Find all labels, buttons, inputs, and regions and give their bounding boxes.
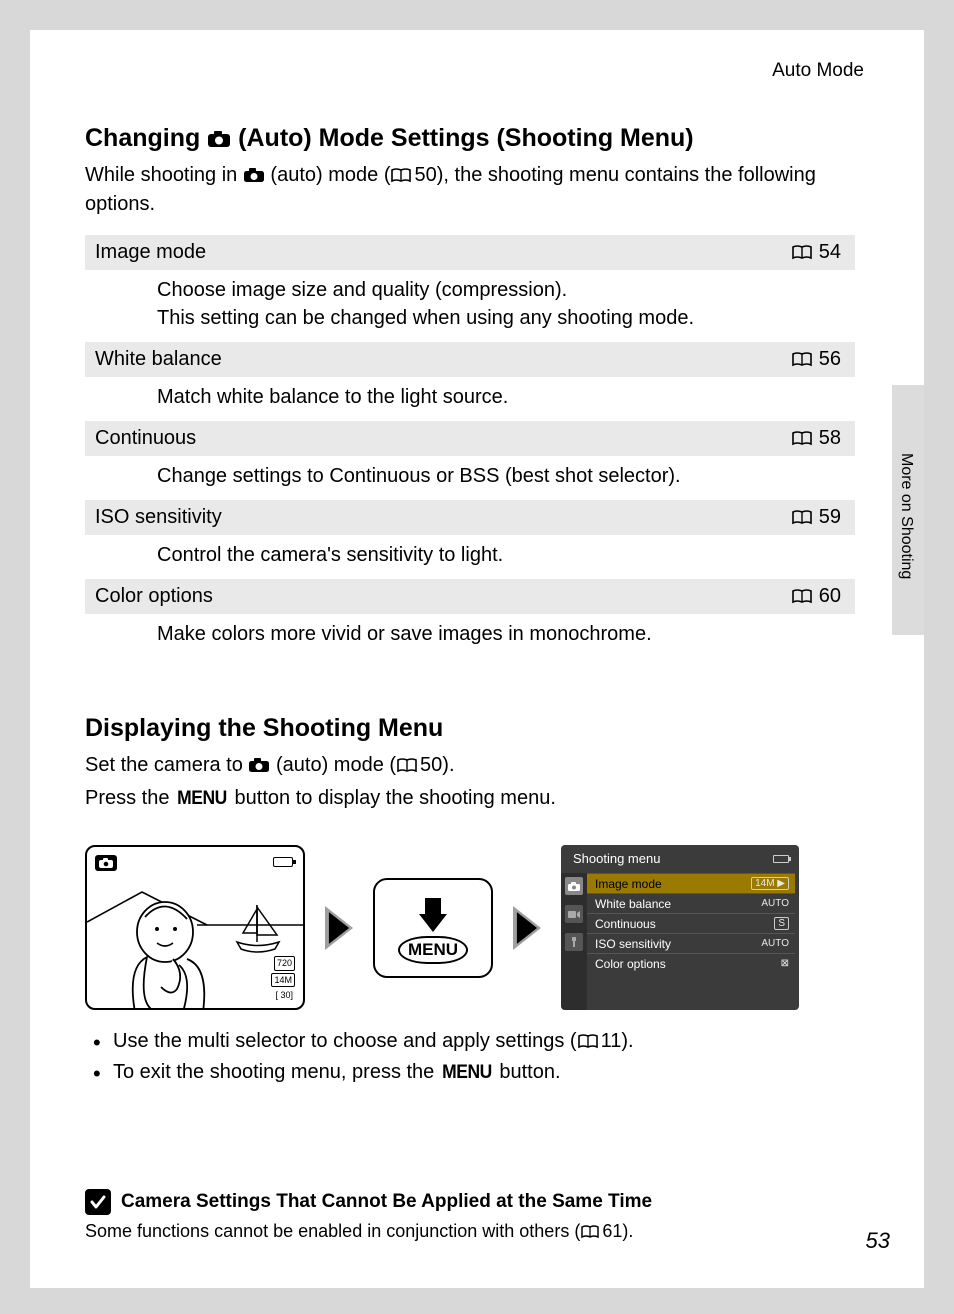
main-content: Changing (Auto) Mode Settings (Shooting … xyxy=(85,124,855,1088)
setting-name: Color options xyxy=(95,585,213,608)
book-icon xyxy=(396,758,418,773)
arrow-right-icon xyxy=(325,906,353,950)
setting-row-head: White balance 56 xyxy=(85,342,855,377)
sm-title: Shooting menu xyxy=(573,851,660,866)
lcd-illustration: 720 14M [ 30] xyxy=(85,845,305,1010)
battery-icon xyxy=(773,855,789,863)
book-icon xyxy=(791,245,813,260)
setting-name: White balance xyxy=(95,348,222,371)
setting-desc: Choose image size and quality (compressi… xyxy=(85,270,855,342)
sm-row: ContinuousS xyxy=(587,913,795,933)
lcd-info: 720 14M [ 30] xyxy=(271,954,295,1002)
arrow-right-icon xyxy=(513,906,541,950)
section-displaying: Displaying the Shooting Menu Set the cam… xyxy=(85,714,855,1088)
setting-name: Continuous xyxy=(95,427,196,450)
page-number: 53 xyxy=(866,1228,890,1254)
page-ref: 58 xyxy=(791,427,841,450)
bullet-list: Use the multi selector to choose and app… xyxy=(93,1026,855,1088)
sm-row: ISO sensitivityAUTO xyxy=(587,933,795,953)
book-icon xyxy=(791,431,813,446)
book-icon xyxy=(390,168,412,183)
setting-name: ISO sensitivity xyxy=(95,506,222,529)
page-ref: 60 xyxy=(791,585,841,608)
setting-row-head: Continuous 58 xyxy=(85,421,855,456)
sm-header: Shooting menu xyxy=(561,845,799,870)
camera-icon xyxy=(207,130,231,148)
side-tab-label: More on Shooting xyxy=(897,453,915,579)
heading-1: Changing (Auto) Mode Settings (Shooting … xyxy=(85,124,855,153)
book-icon xyxy=(580,1225,600,1239)
setting-row-head: Color options 60 xyxy=(85,579,855,614)
heading-2: Displaying the Shooting Menu xyxy=(85,714,855,743)
setting-row-head: ISO sensitivity 59 xyxy=(85,500,855,535)
book-icon xyxy=(791,589,813,604)
illustration-row: 720 14M [ 30] MENU Shooting menu xyxy=(85,845,855,1010)
sm-row: Image mode14M ▶ xyxy=(587,873,795,893)
setting-name: Image mode xyxy=(95,241,206,264)
sm-tabs xyxy=(561,873,587,1010)
setting-desc: Change settings to Continuous or BSS (be… xyxy=(85,456,855,500)
sm-row: Color options⊠ xyxy=(587,953,795,973)
bullet-item: Use the multi selector to choose and app… xyxy=(93,1026,855,1057)
s2-line1: Set the camera to (auto) mode (50). xyxy=(85,751,855,780)
setting-desc: Make colors more vivid or save images in… xyxy=(85,614,855,658)
shooting-menu-screenshot: Shooting menu Image mode14M ▶ White bala… xyxy=(561,845,799,1010)
note-title: Camera Settings That Cannot Be Applied a… xyxy=(121,1191,652,1213)
sm-tab-movie xyxy=(565,905,583,923)
menu-button-illustration: MENU xyxy=(373,878,493,978)
book-icon xyxy=(791,352,813,367)
setting-desc: Control the camera's sensitivity to ligh… xyxy=(85,535,855,579)
camera-icon xyxy=(243,167,265,183)
check-badge-icon xyxy=(85,1189,111,1215)
note-heading: Camera Settings That Cannot Be Applied a… xyxy=(85,1189,855,1215)
page-ref: 59 xyxy=(791,506,841,529)
note-body: Some functions cannot be enabled in conj… xyxy=(85,1221,855,1242)
h1-text-post: (Auto) Mode Settings (Shooting Menu) xyxy=(231,124,693,152)
running-head: Auto Mode xyxy=(772,60,864,82)
setting-row-head: Image mode 54 xyxy=(85,235,855,270)
bullet-item: To exit the shooting menu, press the MEN… xyxy=(93,1057,855,1088)
sm-list: Image mode14M ▶ White balanceAUTO Contin… xyxy=(587,873,795,973)
intro-paragraph: While shooting in (auto) mode (50), the … xyxy=(85,161,855,219)
arrow-down-icon xyxy=(419,914,447,932)
h1-text-pre: Changing xyxy=(85,124,207,152)
setting-desc: Match white balance to the light source. xyxy=(85,377,855,421)
menu-oval-label: MENU xyxy=(398,936,468,964)
book-icon xyxy=(577,1034,599,1049)
page: Auto Mode More on Shooting Changing (Aut… xyxy=(30,30,924,1288)
sm-tab-setup xyxy=(565,933,583,951)
sm-tab-shooting xyxy=(565,877,583,895)
menu-button-label: MENU xyxy=(177,785,227,813)
note-block: Camera Settings That Cannot Be Applied a… xyxy=(85,1189,855,1242)
side-tab: More on Shooting xyxy=(892,385,924,635)
book-icon xyxy=(791,510,813,525)
sm-row: White balanceAUTO xyxy=(587,893,795,913)
camera-icon xyxy=(248,757,270,773)
page-ref: 56 xyxy=(791,348,841,371)
page-ref: 54 xyxy=(791,241,841,264)
menu-button-label: MENU xyxy=(442,1058,492,1087)
settings-table: Image mode 54 Choose image size and qual… xyxy=(85,235,855,658)
s2-line2: Press the MENU button to display the sho… xyxy=(85,784,855,813)
